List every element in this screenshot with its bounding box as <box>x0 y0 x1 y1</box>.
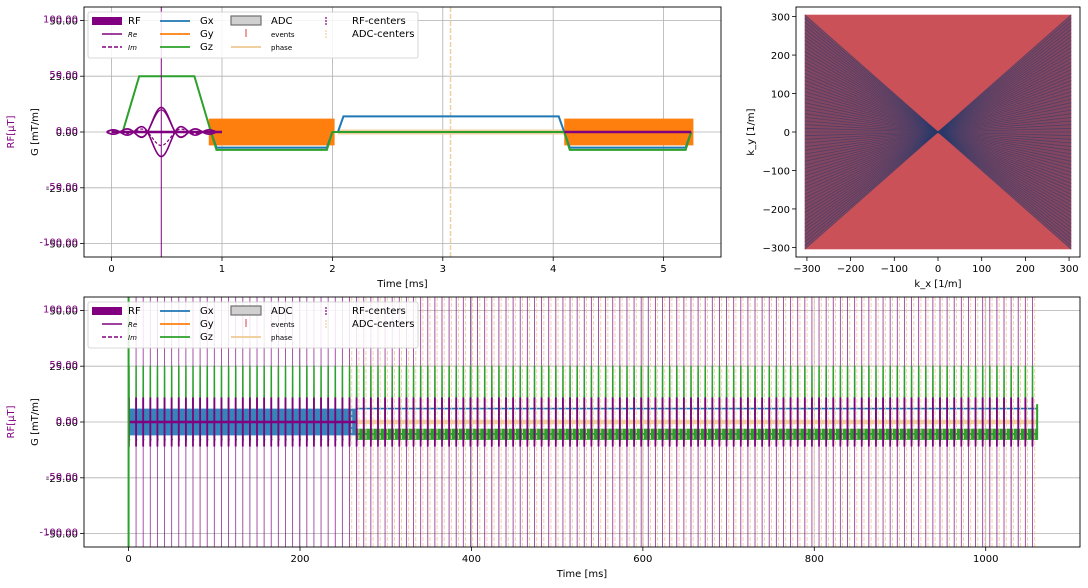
seq1-legend-gx-label: Gx <box>200 16 214 27</box>
kspace-ytick-label: 200 <box>771 51 790 62</box>
seq1-legend-gy-label: Gy <box>200 29 214 40</box>
seq2-ytick-label-rf: -50.00 <box>46 472 78 483</box>
seq2-ytick-label-rf: 0.00 <box>56 416 78 427</box>
seq1-legend-im-label: Im <box>128 44 137 52</box>
seq2-ylabel-rf: RF[μT] <box>6 405 17 438</box>
seq2-ytick-label-rf: 50.00 <box>49 360 78 371</box>
kspace-xtick-label: 300 <box>1060 264 1079 275</box>
seq2-legend-adccenters-label: ADC-centers <box>352 319 415 330</box>
kspace-ytick-label: 300 <box>771 13 790 24</box>
seq1-ytick-label-rf: -50.00 <box>46 182 78 193</box>
seq2-xtick-label: 600 <box>633 554 652 565</box>
seq1-ytick-label-rf: -100.00 <box>39 238 78 249</box>
seq2-legend-gy-label: Gy <box>200 319 214 330</box>
seq2-xtick-label: 1000 <box>973 554 998 565</box>
seq1-legend-phase-label: phase <box>271 44 292 52</box>
seq2-legend-gz-label: Gz <box>200 332 213 343</box>
seq2-legend: RF Re Im Gx Gy Gz ADC events phase RF-centers ADC-… <box>87 301 419 349</box>
seq2-legend-rfcenters-label: RF-centers <box>352 306 406 317</box>
seq2-legend-re-label: Re <box>128 321 137 329</box>
seq1-xtick-label: 4 <box>550 264 556 275</box>
kspace-ytick-label: −100 <box>763 166 790 177</box>
seq2-xtick-label: 200 <box>290 554 309 565</box>
seq1-legend-rf-swatch <box>92 17 122 25</box>
kspace-xtick-label: 0 <box>935 264 941 275</box>
seq2-xlabel: Time [ms] <box>556 569 608 580</box>
kspace-ytick-label: −200 <box>763 205 790 216</box>
kspace-xtick-label: −300 <box>793 264 820 275</box>
seq1-gy-block-0 <box>208 118 335 146</box>
seq1-legend-adc-label: ADC <box>271 16 293 27</box>
seq2-legend-adc-swatch <box>230 305 262 316</box>
kspace-xtick-label: −200 <box>837 264 864 275</box>
seq2-ytick-label-rf: -100.00 <box>39 528 78 539</box>
seq2-legend-events-label: events <box>271 321 295 329</box>
seq2-legend-rf-swatch <box>92 307 122 315</box>
seq2-legend-rf-label: RF <box>128 306 141 317</box>
seq1-xtick-label: 0 <box>108 264 114 275</box>
seq1-legend-adc-swatch <box>230 15 262 26</box>
figure: 0 1 2 3 4 5 50.00 25.00 0.00 -25.00 -50.00 100.00 50… <box>0 0 1088 584</box>
seq1-ytick-label-rf: 100.00 <box>43 14 78 25</box>
seq2-legend-im-label: Im <box>128 334 137 342</box>
seq1-legend-adccenters-label: ADC-centers <box>352 29 415 40</box>
figure-svg: 0 1 2 3 4 550.0025.000.00-25.00-50.00100.0050… <box>0 0 1088 584</box>
seq1-xlabel: Time [ms] <box>376 279 428 290</box>
seq1-legend: RF Re Im Gx Gy Gz ADC events phase RF-centers ADC-… <box>87 11 419 59</box>
kspace-xtick-label: 100 <box>972 264 991 275</box>
seq1-ylabel-rf: RF[μT] <box>6 115 17 148</box>
seq1-xtick-label: 2 <box>329 264 335 275</box>
seq1-ytick-label-rf: 0.00 <box>56 126 78 137</box>
kspace-xtick-label: −100 <box>881 264 908 275</box>
seq1-legend-events-label: events <box>271 31 295 39</box>
seq1-legend-rf-label: RF <box>128 16 141 27</box>
seq1-xtick-label: 1 <box>219 264 225 275</box>
seq2-legend-phase-label: phase <box>271 334 292 342</box>
seq2-xtick-label: 400 <box>462 554 481 565</box>
kspace-xlabel: k_x [1/m] <box>914 279 961 290</box>
seq1-xtick-label: 3 <box>440 264 446 275</box>
seq2-ytick-label-rf: 100.00 <box>43 304 78 315</box>
seq1-xtick-label: 5 <box>660 264 666 275</box>
kspace-ytick-label: −300 <box>763 243 790 254</box>
seq1-legend-re-label: Re <box>128 31 137 39</box>
kspace-ylabel: k_y [1/m] <box>746 108 757 155</box>
seq1-legend-rfcenters-label: RF-centers <box>352 16 406 27</box>
seq2-legend-adc-label: ADC <box>271 306 293 317</box>
seq2-ylabel-gradient: G [mT/m] <box>30 398 41 446</box>
kspace-ytick-label: 100 <box>771 90 790 101</box>
kspace-ytick-label: 0 <box>784 128 790 139</box>
seq2-legend-gx-label: Gx <box>200 306 214 317</box>
seq1-ytick-label-rf: 50.00 <box>49 70 78 81</box>
seq1-ylabel-gradient: G [mT/m] <box>30 108 41 156</box>
seq2-xtick-label: 800 <box>805 554 824 565</box>
seq2-xtick-label: 0 <box>125 554 131 565</box>
seq1-legend-gz-label: Gz <box>200 42 213 53</box>
kspace-xtick-label: 200 <box>1016 264 1035 275</box>
